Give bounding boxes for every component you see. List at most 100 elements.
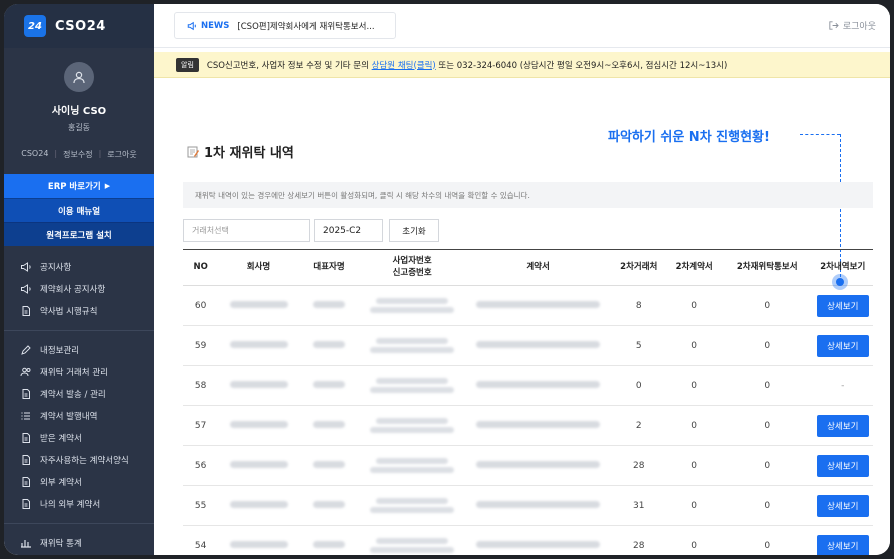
cell-biz [359, 485, 466, 526]
sidebar-item-pharmacy-law[interactable]: 약사법 시행규칙 [4, 300, 154, 322]
sidebar-item-external-contracts[interactable]: 외부 계약서 [4, 471, 154, 493]
sidebar-item-label: 약사법 시행규칙 [40, 307, 98, 317]
erp-label: ERP 바로가기 [47, 182, 101, 192]
cell-company [218, 325, 299, 366]
detail-view-button[interactable]: 상세보기 [816, 414, 869, 437]
n2-clients-value: 8 [635, 300, 642, 311]
divider [4, 330, 154, 331]
row-no: 59 [194, 340, 207, 351]
cell-no: 58 [183, 365, 219, 406]
detail-view-button[interactable]: 상세보기 [816, 534, 869, 555]
redacted-license [370, 427, 455, 433]
news-headline[interactable]: [CSO편]제약회사에게 재위탁통보서... [237, 20, 374, 32]
filter-bar: 거래처선택 2025-C2 초기화 [183, 219, 439, 242]
cell-contract [465, 445, 612, 486]
redacted-rep [313, 300, 346, 308]
row-no: 56 [194, 460, 207, 471]
remote-install-button[interactable]: 원격프로그램 설치 [4, 222, 154, 246]
sidebar-item-subcontract-stats[interactable]: 재위탁 통계 [4, 532, 154, 554]
n2-contracts-value: 0 [691, 420, 698, 431]
cell-n2-view: - [812, 365, 873, 406]
redacted-contract [476, 420, 601, 428]
cell-rep [298, 445, 360, 486]
sidebar-item-label: 제약회사 공지사항 [40, 285, 106, 295]
redacted-rep [313, 340, 346, 348]
sidebar-item-notices[interactable]: 공지사항 [4, 256, 154, 278]
cell-company [218, 405, 299, 446]
document-icon [20, 432, 32, 444]
megaphone-icon [187, 21, 196, 30]
redacted-company [229, 420, 288, 428]
cell-company [218, 365, 299, 406]
description: 재위탁 내역이 있는 경우에만 상세보기 버튼이 활성화되며, 클릭 시 해당 … [183, 182, 873, 208]
cell-contract [465, 525, 612, 555]
erp-shortcut-button[interactable]: ERP 바로가기 ▶ [4, 174, 154, 198]
profile-link-logout[interactable]: 로그아웃 [107, 149, 136, 160]
sidebar-item-contract-history[interactable]: 계약서 발행내역 [4, 405, 154, 427]
memo-icon [187, 146, 199, 157]
detail-view-button[interactable]: 상세보기 [816, 294, 869, 317]
redacted-biz [376, 418, 449, 424]
sidebar-item-label: 계약서 발송 / 관리 [40, 390, 106, 400]
col-n2-notices: 2차재위탁통보서 [721, 249, 813, 286]
redacted-license [370, 387, 455, 393]
sidebar-item-label: 외부 계약서 [40, 478, 82, 488]
cell-n2-notices: 0 [721, 365, 813, 406]
chevron-right-icon: ▶ [104, 182, 111, 190]
brand[interactable]: 24 CSO24 [4, 4, 154, 48]
cell-no: 59 [183, 325, 219, 366]
sidebar-item-pharma-notices[interactable]: 제약회사 공지사항 [4, 278, 154, 300]
chat-link[interactable]: 상담원 채팅(클릭) [372, 59, 436, 71]
sidebar-item-received-contracts[interactable]: 받은 계약서 [4, 427, 154, 449]
redacted-biz [376, 538, 449, 544]
sidebar-item-my-external-contracts[interactable]: 나의 외부 계약서 [4, 493, 154, 515]
manual-button[interactable]: 이용 매뉴얼 [4, 198, 154, 222]
news-ticker[interactable]: NEWS [CSO편]제약회사에게 재위탁통보서... [174, 12, 396, 39]
cell-no: 56 [183, 445, 219, 486]
detail-view-button[interactable]: 상세보기 [816, 454, 869, 477]
row-no: 57 [194, 420, 207, 431]
row-no: 55 [194, 500, 207, 511]
cell-n2-clients: 5 [611, 325, 667, 366]
chart-icon [20, 537, 32, 549]
megaphone-icon [20, 261, 32, 273]
period-select[interactable]: 2025-C2 [314, 219, 383, 242]
table-row: 60 8 0 0 상세보기 [183, 285, 873, 326]
profile-link-home[interactable]: CSO24 [21, 149, 48, 160]
sidebar-item-contract-send[interactable]: 계약서 발송 / 관리 [4, 383, 154, 405]
cell-n2-clients: 8 [611, 285, 667, 326]
cell-biz [359, 365, 466, 406]
row-no: 54 [194, 540, 207, 551]
cell-biz [359, 405, 466, 446]
detail-view-button[interactable]: 상세보기 [816, 334, 869, 357]
page-title: 1차 재위탁 내역 [186, 142, 294, 161]
sidebar-item-contract-templates[interactable]: 자주사용하는 계약서양식 [4, 449, 154, 471]
redacted-company [229, 460, 288, 468]
document-icon [20, 498, 32, 510]
cell-n2-notices: 0 [721, 525, 813, 555]
cell-rep [298, 485, 360, 526]
profile-username: 홍길동 [67, 123, 91, 132]
client-select[interactable]: 거래처선택 [183, 219, 310, 242]
reset-button[interactable]: 초기화 [389, 219, 439, 242]
redacted-biz [376, 298, 449, 304]
callout-marker [832, 274, 848, 290]
cell-rep [298, 525, 360, 555]
n2-contracts-value: 0 [691, 300, 698, 311]
logout-button[interactable]: 로그아웃 [828, 19, 876, 32]
profile-link-edit[interactable]: 정보수정 [63, 149, 92, 160]
divider: | [98, 149, 102, 158]
col-contract: 계약서 [465, 249, 612, 286]
col-no: NO [183, 249, 219, 286]
notice-text: CSO신고번호, 사업자 정보 수정 및 기타 문의 [206, 60, 372, 71]
detail-view-button[interactable]: 상세보기 [816, 494, 869, 517]
cell-no: 54 [183, 525, 219, 555]
n2-notices-value: 0 [764, 380, 771, 391]
sidebar-item-subcontract-clients[interactable]: 재위탁 거래처 관리 [4, 361, 154, 383]
sidebar-item-my-info[interactable]: 내정보관리 [4, 339, 154, 361]
redacted-biz [376, 498, 449, 504]
logout-icon [829, 21, 839, 30]
n2-notices-value: 0 [764, 540, 771, 551]
pencil-icon [20, 344, 32, 356]
cell-n2-clients: 0 [611, 365, 667, 406]
